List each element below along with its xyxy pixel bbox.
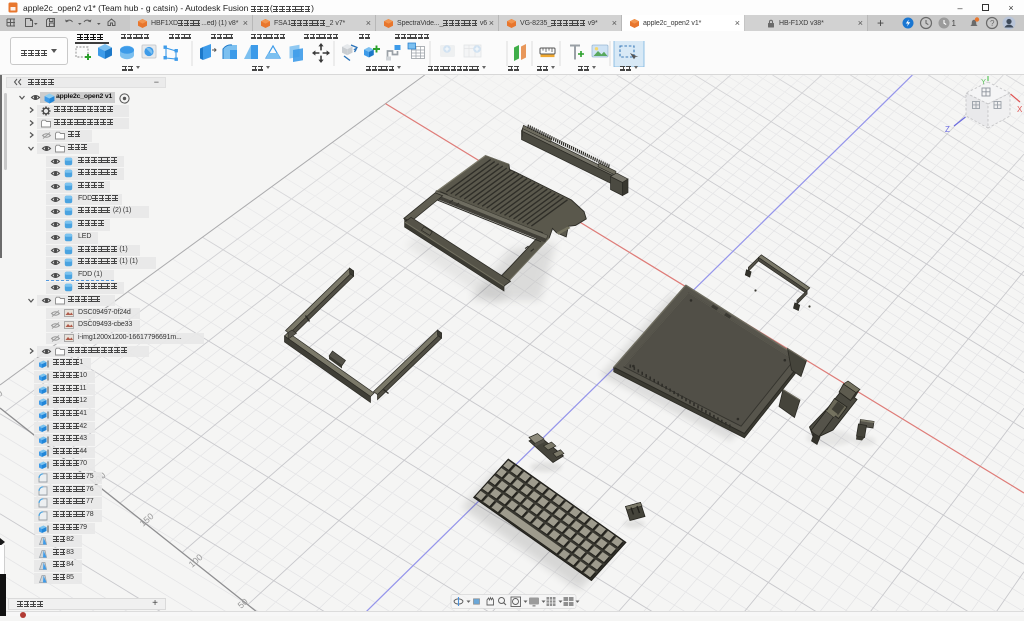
svg-text:250: 250	[0, 388, 5, 405]
svg-text:?: ?	[990, 19, 995, 28]
svg-text:X: X	[1017, 105, 1023, 114]
svg-text:100: 100	[187, 552, 205, 569]
svg-text:1: 1	[952, 19, 957, 28]
svg-text:Y: Y	[981, 77, 986, 86]
svg-text:Z: Z	[945, 125, 950, 134]
svg-text:150: 150	[138, 511, 156, 528]
